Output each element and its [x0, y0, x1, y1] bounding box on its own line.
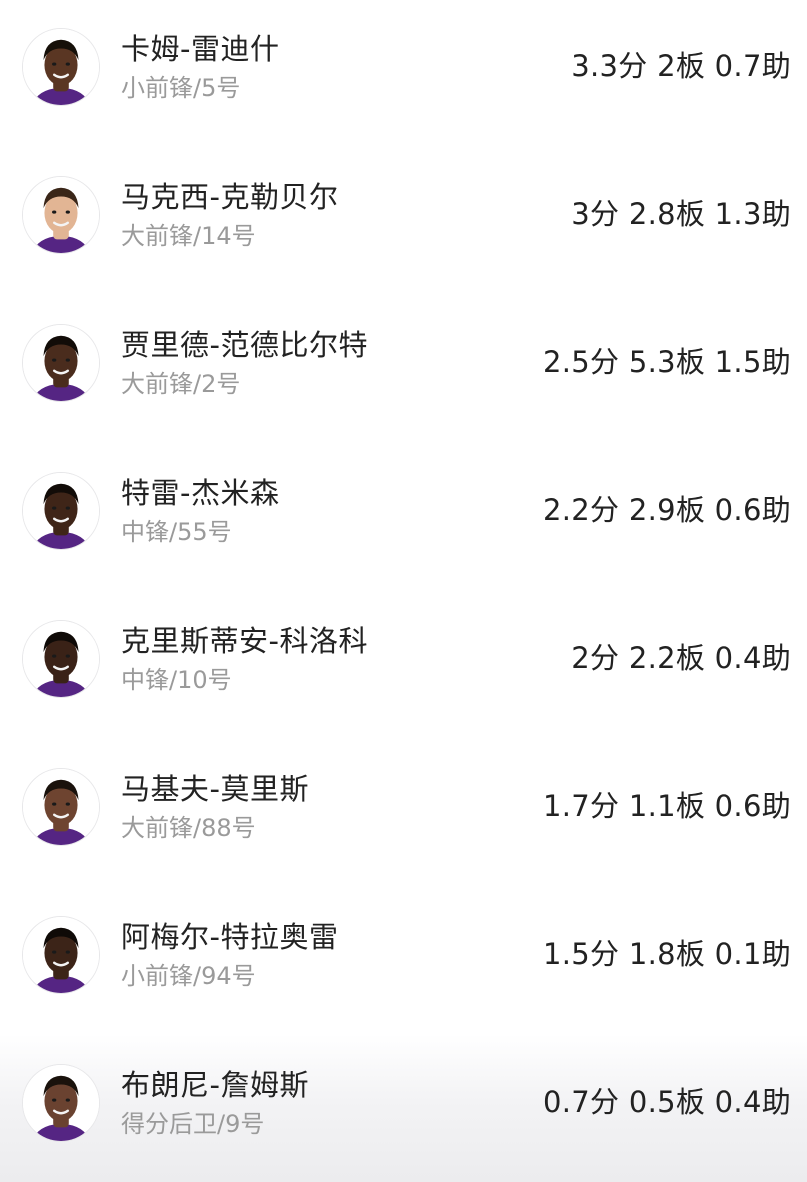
player-stats: 2.2分 2.9板 0.6助: [543, 493, 791, 527]
player-photo: [23, 473, 99, 549]
player-avatar[interactable]: [22, 472, 100, 550]
player-row[interactable]: 马基夫-莫里斯 大前锋/88号 1.7分 1.1板 0.6助: [0, 738, 807, 886]
player-row[interactable]: 马克西-克勒贝尔 大前锋/14号 3分 2.8板 1.3助: [0, 146, 807, 294]
player-stats: 2.5分 5.3板 1.5助: [543, 345, 791, 379]
player-position: 中锋/10号: [121, 666, 232, 694]
player-avatar[interactable]: [22, 324, 100, 402]
player-avatar[interactable]: [22, 176, 100, 254]
player-row[interactable]: 卡姆-雷迪什 小前锋/5号 3.3分 2板 0.7助: [0, 0, 807, 146]
player-position: 大前锋/14号: [121, 222, 256, 250]
player-photo: [23, 1065, 99, 1141]
player-position: 小前锋/5号: [121, 74, 241, 102]
player-position: 大前锋/2号: [121, 370, 241, 398]
player-row[interactable]: 布朗尼-詹姆斯 得分后卫/9号 0.7分 0.5板 0.4助: [0, 1034, 807, 1182]
player-position: 小前锋/94号: [121, 962, 256, 990]
player-name: 克里斯蒂安-科洛科: [121, 624, 368, 658]
player-name: 卡姆-雷迪什: [121, 32, 280, 66]
player-avatar[interactable]: [22, 768, 100, 846]
player-photo: [23, 769, 99, 845]
player-photo: [23, 621, 99, 697]
player-stats: 0.7分 0.5板 0.4助: [543, 1085, 791, 1119]
player-photo: [23, 177, 99, 253]
player-stats: 1.5分 1.8板 0.1助: [543, 937, 791, 971]
player-avatar[interactable]: [22, 916, 100, 994]
player-position: 得分后卫/9号: [121, 1110, 265, 1138]
player-list: 卡姆-雷迪什 小前锋/5号 3.3分 2板 0.7助 马克西-克勒贝尔 大前锋/…: [0, 0, 807, 1182]
player-stats: 3.3分 2板 0.7助: [571, 49, 791, 83]
player-avatar[interactable]: [22, 1064, 100, 1142]
player-position: 中锋/55号: [121, 518, 232, 546]
player-photo: [23, 917, 99, 993]
player-name: 马基夫-莫里斯: [121, 772, 309, 806]
player-position: 大前锋/88号: [121, 814, 256, 842]
player-name: 贾里德-范德比尔特: [121, 328, 368, 362]
player-stats: 2分 2.2板 0.4助: [571, 641, 791, 675]
player-stats: 1.7分 1.1板 0.6助: [543, 789, 791, 823]
player-photo: [23, 29, 99, 105]
player-stats: 3分 2.8板 1.3助: [571, 197, 791, 231]
player-row[interactable]: 克里斯蒂安-科洛科 中锋/10号 2分 2.2板 0.4助: [0, 590, 807, 738]
player-avatar[interactable]: [22, 620, 100, 698]
player-name: 布朗尼-詹姆斯: [121, 1068, 309, 1102]
player-row[interactable]: 阿梅尔-特拉奥雷 小前锋/94号 1.5分 1.8板 0.1助: [0, 886, 807, 1034]
player-photo: [23, 325, 99, 401]
player-row[interactable]: 特雷-杰米森 中锋/55号 2.2分 2.9板 0.6助: [0, 442, 807, 590]
player-row[interactable]: 贾里德-范德比尔特 大前锋/2号 2.5分 5.3板 1.5助: [0, 294, 807, 442]
player-name: 特雷-杰米森: [121, 476, 280, 510]
player-avatar[interactable]: [22, 28, 100, 106]
player-name: 马克西-克勒贝尔: [121, 180, 339, 214]
player-name: 阿梅尔-特拉奥雷: [121, 920, 339, 954]
